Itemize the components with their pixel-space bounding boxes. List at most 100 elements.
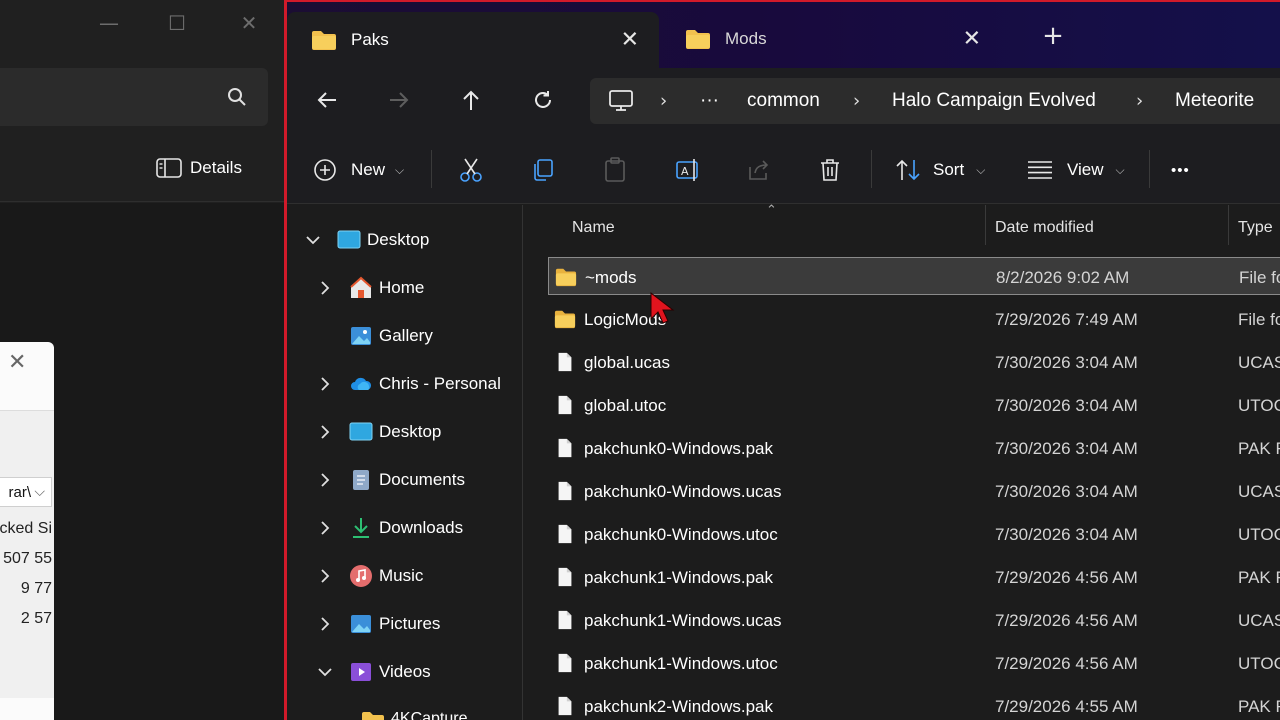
chevron-right-icon[interactable] — [315, 278, 335, 298]
breadcrumb-common[interactable]: common — [747, 90, 820, 112]
dialog-path-value: rar\ — [8, 484, 32, 501]
delete-icon[interactable] — [819, 156, 841, 184]
file-row[interactable]: global.utoc 7/30/2026 3:04 AM UTOC — [548, 386, 1280, 424]
chevron-down-icon[interactable]: ⌵ — [34, 483, 45, 500]
tab-paks[interactable]: Paks ✕ — [287, 12, 659, 68]
column-type[interactable]: Type — [1238, 219, 1273, 237]
file-type: UTOC — [1238, 525, 1280, 544]
chevron-right-icon[interactable] — [315, 518, 335, 538]
desktop: — ☐ ✕ Details ✕ rar\ ⌵ cked Si 507 55 9 … — [0, 0, 1280, 720]
file-date-modified: 7/29/2026 4:55 AM — [995, 697, 1138, 716]
column-divider[interactable] — [985, 205, 986, 245]
close-icon[interactable]: ✕ — [234, 8, 264, 38]
file-date-modified: 8/2/2026 9:02 AM — [996, 268, 1130, 287]
file-row[interactable]: pakchunk2-Windows.pak 7/29/2026 4:55 AM PA… — [548, 687, 1280, 720]
copy-icon[interactable] — [531, 156, 555, 184]
cut-icon[interactable] — [459, 156, 483, 184]
nav-item-desktop-2[interactable]: Desktop — [287, 412, 523, 452]
maximize-icon[interactable]: ☐ — [162, 8, 192, 38]
chevron-down-icon[interactable] — [303, 230, 323, 250]
details-pane-icon — [156, 158, 182, 178]
forward-icon[interactable] — [383, 84, 415, 116]
chevron-right-icon[interactable]: › — [660, 91, 667, 112]
this-pc-icon[interactable] — [608, 89, 634, 113]
tab-mods[interactable]: Mods ✕ — [661, 14, 1001, 64]
new-button[interactable]: New ⌵ — [313, 156, 404, 184]
downloads-icon — [353, 518, 369, 538]
file-type: File fo — [1239, 268, 1280, 287]
nav-item-label: Videos — [379, 662, 431, 681]
column-name[interactable]: Name — [572, 219, 615, 237]
divider — [431, 150, 432, 188]
up-icon[interactable] — [455, 84, 487, 116]
sort-button[interactable]: Sort ⌵ — [895, 156, 985, 184]
view-button[interactable]: View ⌵ — [1027, 156, 1125, 184]
nav-item-downloads[interactable]: Downloads — [287, 508, 523, 548]
file-row[interactable]: pakchunk0-Windows.pak 7/30/2026 3:04 AM PA… — [548, 429, 1280, 467]
chevron-right-icon[interactable]: › — [853, 91, 860, 112]
nav-item-documents[interactable]: Documents — [287, 460, 523, 500]
file-row[interactable]: pakchunk0-Windows.ucas 7/30/2026 3:04 AM U… — [548, 472, 1280, 510]
file-row[interactable]: pakchunk0-Windows.utoc 7/30/2026 3:04 AM U… — [548, 515, 1280, 553]
new-tab-icon[interactable]: + — [1039, 22, 1067, 50]
search-icon[interactable] — [226, 86, 248, 108]
chevron-down-icon[interactable] — [315, 662, 335, 682]
file-row[interactable]: ~mods 8/2/2026 9:02 AM File fo — [548, 257, 1280, 295]
nav-item-label: 4KCapture — [391, 710, 468, 720]
nav-item-home[interactable]: Home — [287, 268, 523, 308]
nav-item-music[interactable]: Music — [287, 556, 523, 596]
file-name: pakchunk1-Windows.pak — [584, 568, 773, 587]
plus-circle-icon — [314, 159, 336, 181]
dialog-close-icon[interactable]: ✕ — [8, 350, 26, 375]
desktop-icon — [349, 422, 373, 441]
file-row[interactable]: pakchunk1-Windows.ucas 7/29/2026 4:56 AM U… — [548, 601, 1280, 639]
column-divider[interactable] — [1228, 205, 1229, 245]
address-bar[interactable]: › ··· common › Halo Campaign Evolved › M… — [590, 78, 1280, 124]
rename-icon[interactable]: A — [675, 156, 701, 184]
dialog-path-input[interactable]: rar\ ⌵ — [0, 477, 52, 507]
column-date-modified[interactable]: Date modified — [995, 219, 1094, 237]
close-tab-icon[interactable]: ✕ — [963, 27, 981, 52]
nav-item-label: Desktop — [379, 422, 442, 441]
chevron-right-icon[interactable] — [315, 374, 335, 394]
folder-icon — [686, 30, 710, 49]
file-row[interactable]: pakchunk1-Windows.pak 7/29/2026 4:56 AM PA… — [548, 558, 1280, 596]
new-label: New — [351, 160, 386, 179]
refresh-icon[interactable] — [527, 84, 559, 116]
back-icon[interactable] — [311, 84, 343, 116]
column-header: ⌃ Name Date modified Type — [524, 203, 1280, 251]
chevron-right-icon[interactable]: › — [1136, 91, 1143, 112]
nav-item-label: Desktop — [367, 230, 430, 249]
nav-item-pictures[interactable]: Pictures — [287, 604, 523, 644]
chevron-right-icon[interactable] — [315, 422, 335, 442]
svg-text:A: A — [681, 165, 689, 178]
file-name: global.utoc — [584, 396, 667, 415]
nav-item-videos[interactable]: Videos — [287, 652, 523, 692]
details-button[interactable]: Details — [156, 158, 242, 178]
file-row[interactable]: global.ucas 7/30/2026 3:04 AM UCAS — [548, 343, 1280, 381]
file-date-modified: 7/29/2026 4:56 AM — [995, 654, 1138, 673]
chevron-right-icon[interactable] — [315, 614, 335, 634]
more-options-icon[interactable]: ••• — [1171, 156, 1190, 184]
file-type: UTOC — [1238, 654, 1280, 673]
nav-item-gallery[interactable]: Gallery — [287, 316, 523, 356]
file-name: pakchunk1-Windows.utoc — [584, 654, 778, 673]
breadcrumb-meteorite[interactable]: Meteorite — [1175, 90, 1254, 112]
nav-item-desktop[interactable]: Desktop — [287, 220, 523, 260]
background-search-box[interactable] — [0, 68, 268, 126]
chevron-right-icon[interactable] — [315, 566, 335, 586]
close-tab-icon[interactable]: ✕ — [621, 28, 639, 53]
breadcrumb-overflow[interactable]: ··· — [700, 90, 719, 112]
chevron-down-icon: ⌵ — [395, 162, 405, 177]
nav-item-chris-personal[interactable]: Chris - Personal — [287, 364, 523, 404]
nav-item-4kcapture[interactable]: 4KCapture — [287, 700, 523, 720]
file-name: pakchunk0-Windows.ucas — [584, 482, 782, 501]
sort-icon — [896, 159, 920, 181]
chevron-right-icon[interactable] — [315, 470, 335, 490]
file-name: pakchunk0-Windows.pak — [584, 439, 773, 458]
file-row[interactable]: pakchunk1-Windows.utoc 7/29/2026 4:56 AM U… — [548, 644, 1280, 682]
share-icon[interactable] — [747, 156, 771, 184]
paste-icon[interactable] — [603, 156, 627, 184]
breadcrumb-halo-campaign-evolved[interactable]: Halo Campaign Evolved — [892, 90, 1096, 112]
minimize-icon[interactable]: — — [94, 8, 124, 38]
